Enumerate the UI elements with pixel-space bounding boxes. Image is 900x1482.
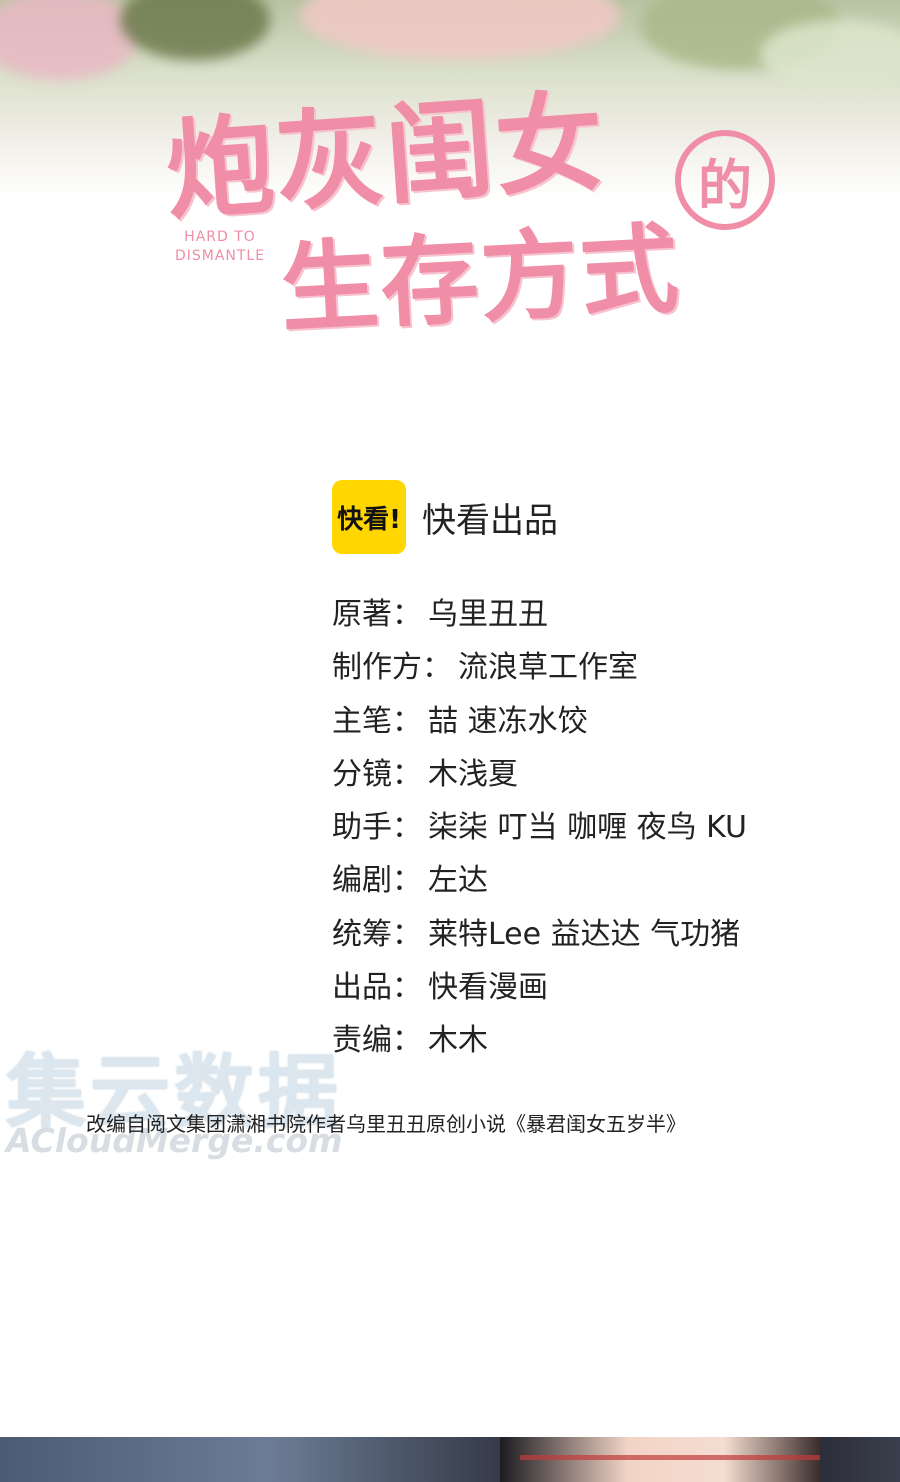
comic-title-logo: 炮灰闺女 的 HARD TO DISMANTLE 生存方式 xyxy=(160,50,800,347)
credit-row: 编剧： 左达 xyxy=(332,854,747,907)
credit-value: 喆 速冻水饺 xyxy=(428,703,588,739)
credit-row: 出品： 快看漫画 xyxy=(332,961,747,1014)
credit-value: 木木 xyxy=(428,1023,488,1059)
credit-row: 制作方： 流浪草工作室 xyxy=(332,641,747,694)
credit-value: 左达 xyxy=(428,863,488,899)
credit-row: 责编： 木木 xyxy=(332,1014,747,1067)
credit-label: 助手： xyxy=(332,810,422,846)
credit-value: 柒柒 叮当 咖喱 夜鸟 KU xyxy=(428,810,747,846)
credits-list: 原著： 乌里丑丑 制作方： 流浪草工作室 主笔：喆 速冻水饺 分镜： 木浅夏 助手：柒… xyxy=(332,588,747,1068)
english-subtitle: HARD TO DISMANTLE xyxy=(165,228,275,266)
credit-value: 木浅夏 xyxy=(428,756,518,792)
credit-label: 出品： xyxy=(332,970,422,1006)
credit-value: 乌里丑丑 xyxy=(428,597,548,632)
kuaikan-logo-icon: 快看! xyxy=(332,480,406,554)
credit-row: 原著： 乌里丑丑 xyxy=(332,588,747,641)
credit-label: 编剧： xyxy=(332,863,422,899)
credit-value: 莱特Lee 益达达 气功猪 xyxy=(428,916,741,952)
next-panel-preview xyxy=(0,1437,900,1482)
title-line-2: 生存方式 xyxy=(277,211,684,348)
english-subtitle-line-2: DISMANTLE xyxy=(174,248,266,264)
credit-label: 统筹： xyxy=(332,916,422,952)
credit-label: 制作方： xyxy=(332,650,452,686)
publisher-block: 快看! 快看出品 xyxy=(332,480,558,554)
publisher-text: 快看出品 xyxy=(422,500,558,541)
english-subtitle-line-1: HARD TO xyxy=(184,229,256,245)
credit-row: 主笔：喆 速冻水饺 xyxy=(332,695,747,748)
title-de-circle: 的 xyxy=(675,130,775,230)
headband-decoration xyxy=(520,1455,820,1460)
credit-value: 快看漫画 xyxy=(428,970,548,1006)
credit-row: 统筹： 莱特Lee 益达达 气功猪 xyxy=(332,908,747,961)
adaptation-note: 改编自阅文集团潇湘书院作者乌里丑丑原创小说《暴君闺女五岁半》 xyxy=(86,1112,686,1136)
credit-label: 原著： xyxy=(332,597,422,632)
credit-row: 分镜： 木浅夏 xyxy=(332,748,747,801)
title-banner: 炮灰闺女 的 HARD TO DISMANTLE 生存方式 xyxy=(0,0,900,360)
credit-row: 助手： 柒柒 叮当 咖喱 夜鸟 KU xyxy=(332,801,747,854)
watermark: 集云数据 ACloudMerge.com xyxy=(6,1028,386,1160)
credit-label: 分镜： xyxy=(332,756,422,792)
credit-label: 主笔： xyxy=(332,703,422,739)
credit-value: 流浪草工作室 xyxy=(458,650,638,686)
